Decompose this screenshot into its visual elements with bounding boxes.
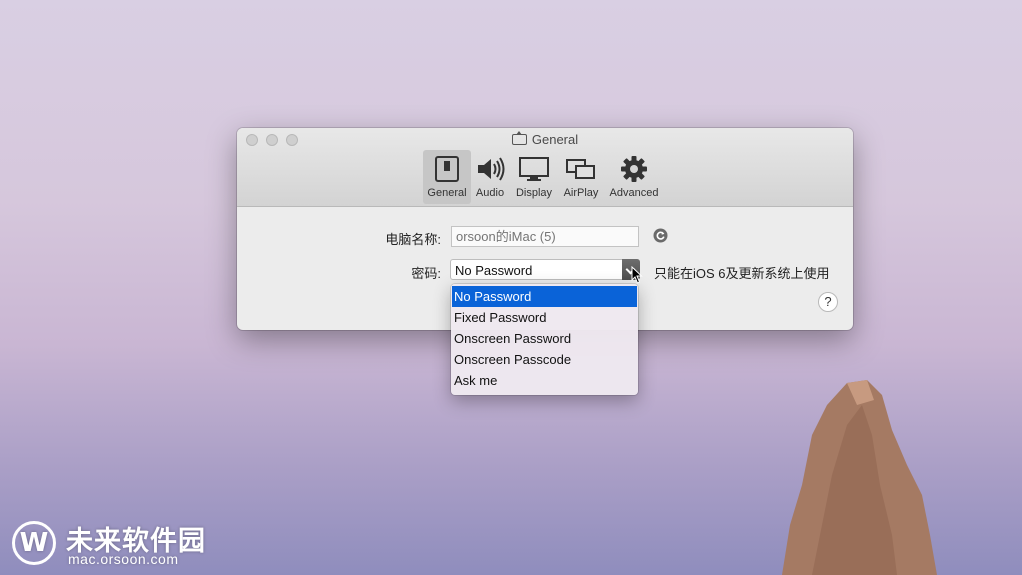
watermark: W 未来软件园 mac.orsoon.com [12, 519, 212, 569]
desert-rock-image [782, 380, 937, 575]
password-label: 密码: [411, 266, 441, 281]
general-switch-icon [435, 156, 459, 182]
window-toolbar: General General Audio Display AirPlay Ad… [237, 128, 853, 207]
password-select-value: No Password [455, 263, 533, 278]
watermark-logo: W [12, 521, 56, 565]
help-button[interactable]: ? [818, 292, 838, 312]
airplay-icon [566, 159, 595, 179]
tab-display[interactable]: Display [513, 150, 555, 204]
computer-name-label: 电脑名称: [385, 232, 441, 247]
menu-item-onscreen-passcode[interactable]: Onscreen Passcode [451, 349, 638, 370]
tab-advanced[interactable]: Advanced [605, 150, 663, 204]
tab-general[interactable]: General [423, 150, 471, 204]
speaker-icon [478, 157, 505, 181]
menu-item-fixed-password[interactable]: Fixed Password [451, 307, 638, 328]
password-dropdown-menu: No Password Fixed Password Onscreen Pass… [451, 284, 638, 395]
password-note: 只能在iOS 6及更新系统上使用 [654, 266, 830, 281]
password-select[interactable]: No Password [450, 259, 640, 280]
menu-item-ask-me[interactable]: Ask me [451, 370, 638, 391]
tab-airplay[interactable]: AirPlay [559, 150, 603, 204]
window-title: General [237, 131, 853, 147]
watermark-url: mac.orsoon.com [68, 551, 179, 567]
menu-item-no-password[interactable]: No Password [452, 286, 637, 307]
refresh-icon[interactable] [653, 228, 668, 243]
airplay-title-icon [511, 131, 527, 145]
tab-audio[interactable]: Audio [473, 150, 507, 204]
menu-item-onscreen-password[interactable]: Onscreen Password [451, 328, 638, 349]
computer-name-input[interactable] [451, 226, 639, 247]
gear-icon [621, 156, 647, 182]
monitor-icon [519, 157, 549, 181]
mouse-cursor-icon [631, 266, 643, 284]
